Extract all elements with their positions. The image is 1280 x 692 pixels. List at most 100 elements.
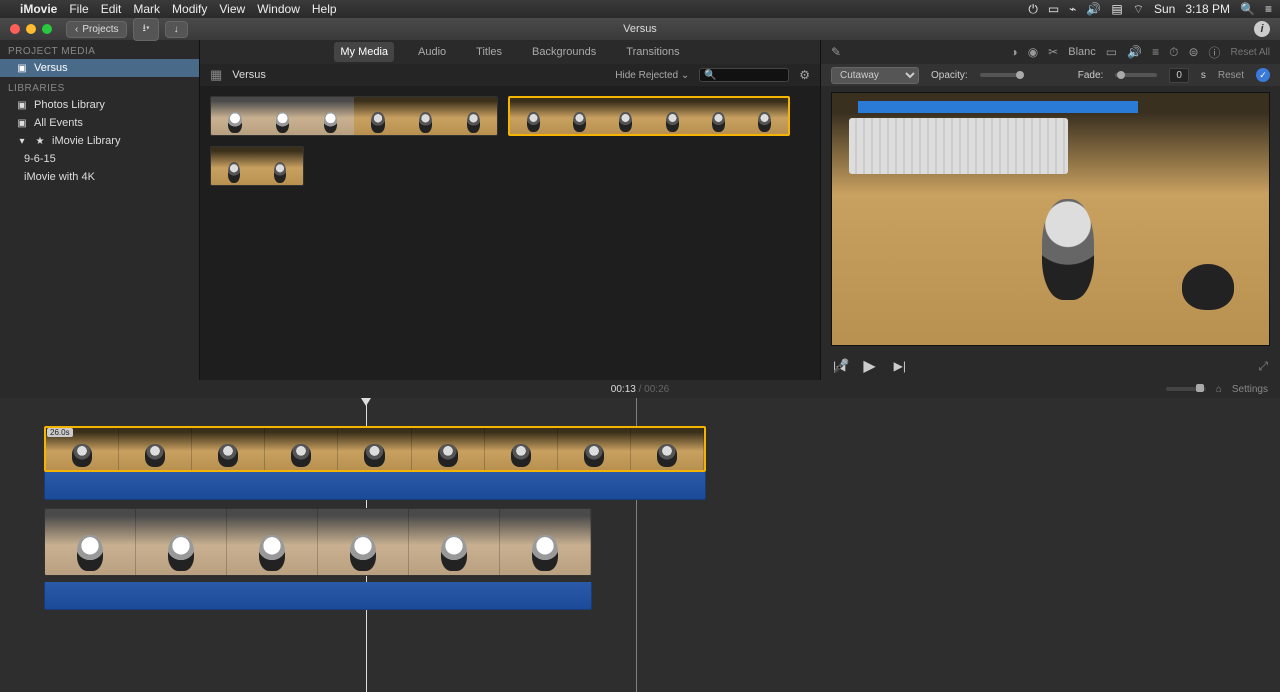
power-icon[interactable]: ⏻ [1028, 2, 1038, 17]
color-correction-icon[interactable]: ◉ [1028, 45, 1038, 59]
hide-rejected-dropdown[interactable]: Hide Rejected ⌄ [615, 70, 689, 81]
sidebar-item-imovie-library[interactable]: ▾ ★ iMovie Library [0, 132, 199, 150]
zoom-knob[interactable] [1196, 384, 1204, 392]
tab-my-media[interactable]: My Media [334, 42, 394, 62]
import-button[interactable]: ⭳▾ [133, 18, 158, 41]
overlay-apply-check-icon[interactable]: ✓ [1256, 68, 1270, 82]
crop-icon[interactable]: ✂ [1048, 45, 1058, 59]
clock-day[interactable]: Sun [1154, 2, 1175, 16]
photos-icon: ▣ [16, 100, 28, 111]
browser-settings-icon[interactable]: ⚙ [799, 68, 810, 82]
sidebar-item-event-4k[interactable]: iMovie with 4K [0, 168, 199, 186]
tab-transitions[interactable]: Transitions [620, 42, 685, 62]
fullscreen-icon[interactable]: ⤢ [1258, 359, 1268, 374]
back-label: Projects [82, 24, 118, 35]
volume-icon[interactable]: 🔊 [1086, 2, 1101, 16]
star-icon: ★ [34, 136, 46, 147]
events-icon: ▣ [16, 118, 28, 129]
minimize-window-button[interactable] [26, 24, 36, 34]
disclosure-triangle-icon[interactable]: ▾ [16, 136, 28, 147]
back-to-projects-button[interactable]: ‹ Projects [66, 21, 127, 38]
opacity-slider[interactable] [980, 73, 1022, 77]
transport-controls: 🎤 |◀ ▶ ▶| ⤢ [821, 352, 1280, 380]
bluetooth-icon[interactable]: ⌁ [1069, 2, 1076, 16]
play-button[interactable]: ▶ [863, 356, 875, 376]
display-icon[interactable]: ▭ [1048, 2, 1059, 16]
volume-adjust-icon[interactable]: 🔊 [1127, 45, 1142, 59]
media-well[interactable]: 26.0s [200, 86, 820, 380]
preview-viewer[interactable] [831, 92, 1270, 346]
clock-time[interactable]: 3:18 PM [1185, 2, 1230, 16]
reset-all-button[interactable]: Reset All [1231, 47, 1270, 58]
viewer-content [1042, 199, 1094, 300]
speed-icon[interactable]: ⏱ [1169, 45, 1178, 60]
timeline[interactable]: ➤ 26.0s [0, 398, 1280, 692]
color-balance-icon[interactable]: ◑ [1010, 45, 1017, 59]
info-button[interactable]: i [1254, 21, 1270, 37]
tab-audio[interactable]: Audio [412, 42, 452, 62]
browser-tabbar: My Media Audio Titles Backgrounds Transi… [200, 40, 820, 64]
macos-menubar: iMovie File Edit Mark Modify View Window… [0, 0, 1280, 18]
fade-slider[interactable] [1115, 73, 1157, 77]
snapping-icon[interactable]: ⌂ [1216, 384, 1222, 395]
menu-file[interactable]: File [69, 2, 88, 16]
share-button[interactable]: ↓ [165, 21, 188, 38]
layout-toggle-icon[interactable]: ▦ [210, 67, 222, 83]
video-track-row[interactable] [44, 426, 706, 472]
search-input[interactable]: 🔍 [699, 68, 789, 82]
media-clip-selected[interactable]: 26.0s [508, 96, 790, 136]
window-traffic-lights [10, 24, 52, 34]
zoom-window-button[interactable] [42, 24, 52, 34]
info-adjust-icon[interactable]: ⓘ [1209, 44, 1221, 61]
tab-titles[interactable]: Titles [470, 42, 508, 62]
media-browser: My Media Audio Titles Backgrounds Transi… [200, 40, 820, 380]
voiceover-mic-icon[interactable]: 🎤 [833, 358, 849, 374]
media-clip[interactable] [210, 146, 304, 186]
sidebar-project-label: Versus [34, 62, 68, 74]
audio-track-row[interactable] [44, 582, 592, 610]
clip-filter-icon[interactable]: ⊜ [1188, 45, 1198, 59]
audio-track-row[interactable] [44, 472, 706, 500]
menu-mark[interactable]: Mark [133, 2, 160, 16]
timeline-clip-primary[interactable] [44, 508, 592, 610]
menu-help[interactable]: Help [312, 2, 337, 16]
media-clip[interactable] [210, 96, 498, 136]
menu-window[interactable]: Window [257, 2, 300, 16]
chevron-left-icon: ‹ [75, 24, 78, 35]
close-window-button[interactable] [10, 24, 20, 34]
sidebar-item-all-events[interactable]: ▣ All Events [0, 114, 199, 132]
menu-edit[interactable]: Edit [101, 2, 122, 16]
sidebar-item-event-9-6-15[interactable]: 9-6-15 [0, 150, 199, 168]
next-frame-button[interactable]: ▶| [894, 359, 906, 373]
spotlight-icon[interactable]: 🔍 [1240, 2, 1255, 16]
app-menu[interactable]: iMovie [20, 2, 57, 16]
sidebar-item-label: iMovie Library [52, 135, 120, 147]
notifications-icon[interactable]: ≡ [1265, 2, 1272, 16]
browser-project-name: Versus [232, 69, 266, 81]
sidebar-project-versus[interactable]: ▣ Versus [0, 59, 199, 77]
magic-wand-icon[interactable]: ✎ [831, 45, 841, 59]
tab-backgrounds[interactable]: Backgrounds [526, 42, 602, 62]
flag-icon[interactable]: ▤ [1111, 2, 1122, 16]
fade-label: Fade: [1078, 70, 1104, 81]
overlay-mode-select[interactable]: Cutaway [831, 67, 919, 84]
stabilization-icon[interactable]: ▭ [1106, 45, 1117, 59]
window-title: Versus [623, 23, 657, 35]
fade-slider-knob[interactable] [1117, 71, 1125, 79]
menu-view[interactable]: View [219, 2, 245, 16]
opacity-slider-knob[interactable] [1016, 71, 1024, 79]
sidebar-item-label: All Events [34, 117, 83, 129]
timeline-clip-overlay[interactable]: 26.0s [44, 426, 706, 500]
window-toolbar: ‹ Projects ⭳▾ ↓ Versus i [0, 18, 1280, 40]
video-track-row[interactable] [44, 508, 592, 576]
sidebar-item-photos-library[interactable]: ▣ Photos Library [0, 96, 199, 114]
noise-reduction-icon[interactable]: ≡ [1152, 45, 1159, 59]
timeline-zoom-slider[interactable] [1166, 387, 1206, 391]
overlay-reset-button[interactable]: Reset [1218, 70, 1244, 81]
timecode-display: 00:13 / 00:26 [611, 384, 669, 395]
viewer-content [849, 118, 1068, 173]
wifi-icon[interactable]: ⌔ [1133, 2, 1144, 17]
fade-value[interactable]: 0 [1169, 68, 1189, 83]
timeline-settings-button[interactable]: Settings [1232, 384, 1268, 395]
menu-modify[interactable]: Modify [172, 2, 207, 16]
